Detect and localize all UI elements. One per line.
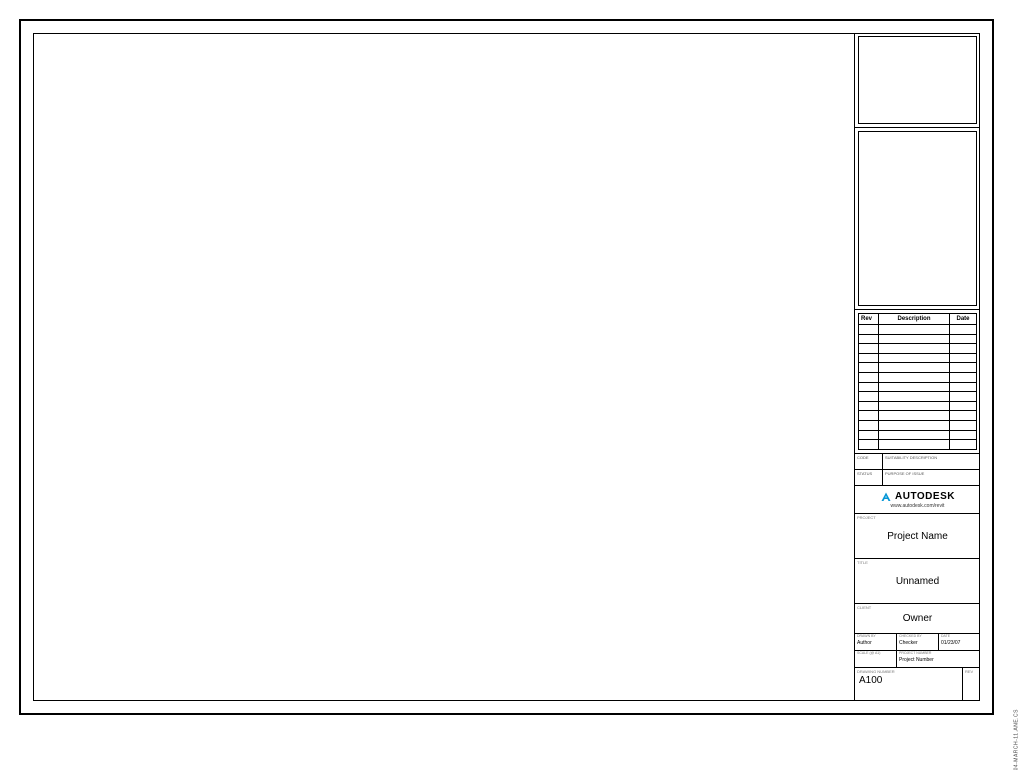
title-block: Rev Description Date CODE SUITABILITY DE… [854, 33, 980, 701]
revision-table: Rev Description Date [855, 310, 980, 454]
project-box: PROJECT Project Name [855, 514, 980, 559]
title-box: TITLE Unnamed [855, 559, 980, 604]
logo-brand-text: AUTODESK [895, 491, 955, 502]
scale-value [855, 656, 896, 667]
revision-row [859, 354, 976, 364]
revision-row [859, 392, 976, 402]
client-box: CLIENT Owner [855, 604, 980, 634]
logo-url-text: www.autodesk.com/revit [891, 503, 945, 509]
meta-row-1: DRAWN BY Author CHECKED BY Checker DATE … [855, 634, 980, 651]
status-row: STATUS PURPOSE OF ISSUE [855, 470, 980, 486]
rev-header-desc: Description [879, 314, 950, 325]
drawing-number: A100 [855, 675, 962, 686]
sheet-title: Unnamed [855, 559, 980, 603]
drawn-by-cell: DRAWN BY Author [855, 634, 897, 650]
drawing-rev-label: REV [963, 668, 980, 675]
revision-row [859, 335, 976, 345]
side-stamp-text: 04-MARCH-11.ANE.CS [1013, 709, 1019, 770]
revision-row [859, 383, 976, 393]
revision-row [859, 363, 976, 373]
status-label: STATUS [855, 470, 883, 485]
sheet-border-inner: Rev Description Date CODE SUITABILITY DE… [33, 33, 980, 701]
revision-row [859, 344, 976, 354]
scale-cell: SCALE (@ A1) [855, 651, 897, 667]
logo-box: AUTODESK www.autodesk.com/revit [855, 486, 980, 514]
status-value: PURPOSE OF ISSUE [883, 470, 980, 485]
title-label: TITLE [857, 560, 868, 565]
drawing-rev-value [963, 675, 980, 701]
code-value: SUITABILITY DESCRIPTION [883, 454, 980, 469]
project-number-value: Project Number [897, 656, 980, 667]
sheet-border-outer: Rev Description Date CODE SUITABILITY DE… [19, 19, 994, 715]
code-row: CODE SUITABILITY DESCRIPTION [855, 454, 980, 470]
meta-row-2: SCALE (@ A1) PROJECT NUMBER Project Numb… [855, 651, 980, 668]
revision-row [859, 440, 976, 449]
project-name: Project Name [855, 514, 980, 558]
revision-row [859, 402, 976, 412]
revision-row [859, 325, 976, 335]
rev-header-date: Date [950, 314, 976, 325]
revision-row [859, 421, 976, 431]
revision-row [859, 411, 976, 421]
checked-by-cell: CHECKED BY Checker [897, 634, 939, 650]
drawing-number-box: DRAWING NUMBER A100 REV [855, 668, 980, 701]
project-label: PROJECT [857, 515, 876, 520]
code-label: CODE [855, 454, 883, 469]
titleblock-box-top [855, 33, 980, 128]
project-number-cell: PROJECT NUMBER Project Number [897, 651, 980, 667]
client-label: CLIENT [857, 605, 871, 610]
checked-by-value: Checker [897, 639, 938, 650]
drawing-number-label: DRAWING NUMBER [855, 668, 962, 675]
date-cell: DATE 01/23/07 [939, 634, 980, 650]
revision-row [859, 431, 976, 441]
drawn-by-value: Author [855, 639, 896, 650]
autodesk-logo-icon [880, 491, 892, 503]
date-value: 01/23/07 [939, 639, 980, 650]
revision-row [859, 373, 976, 383]
rev-header-rev: Rev [859, 314, 879, 325]
client-name: Owner [855, 604, 980, 633]
titleblock-box-second [855, 128, 980, 310]
